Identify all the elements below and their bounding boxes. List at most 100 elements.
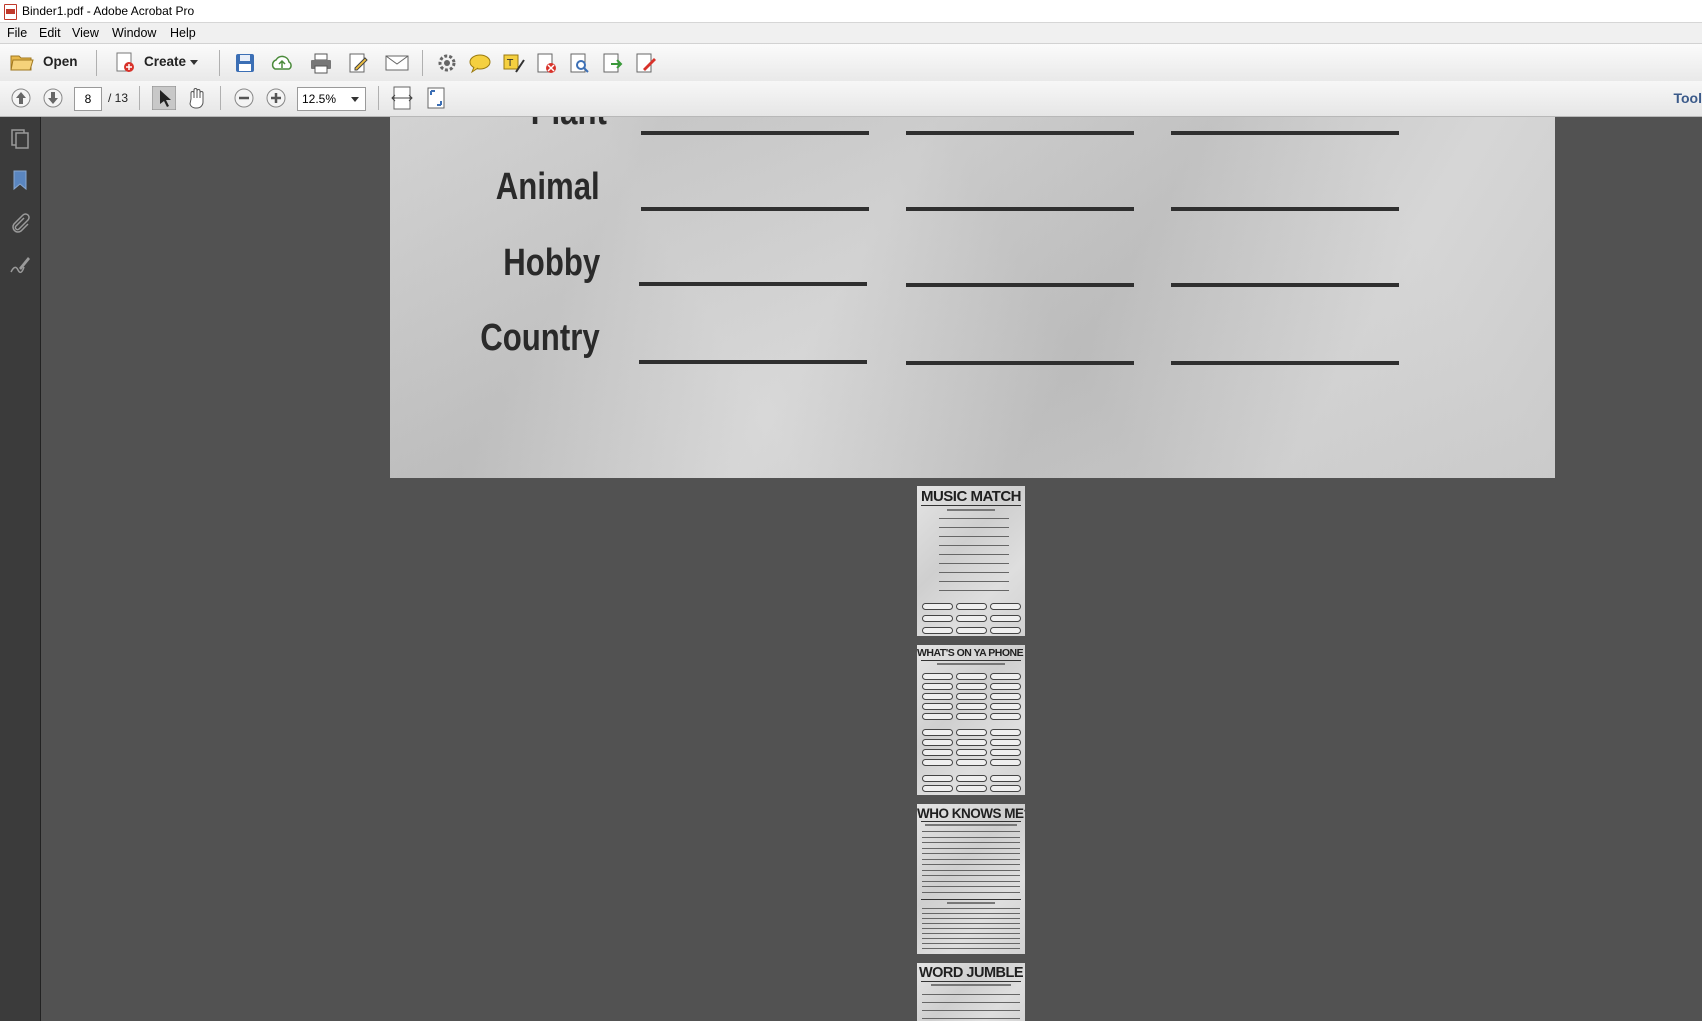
question-line: [922, 918, 1020, 919]
answer-line: [906, 207, 1134, 211]
item-pill: [956, 739, 987, 746]
question-line: [922, 938, 1020, 939]
question-line: [922, 1018, 1020, 1019]
row-label-country: Country: [480, 317, 600, 359]
separator: [378, 86, 379, 110]
item-pill: [990, 693, 1021, 700]
svg-text:T: T: [506, 58, 514, 69]
item-pill: [956, 683, 987, 690]
separator: [96, 50, 97, 76]
page-thumbnails-icon[interactable]: [9, 127, 31, 149]
item-pill: [956, 749, 987, 756]
create-pdf-icon: [116, 52, 134, 72]
comment-icon[interactable]: [468, 52, 492, 74]
separator: [422, 50, 423, 76]
thumbnail-title: WHO KNOWS ME?: [917, 806, 1025, 821]
open-button[interactable]: Open: [8, 49, 88, 75]
question-line: [922, 943, 1020, 944]
question-line: [922, 875, 1020, 876]
rule: [921, 505, 1021, 506]
item-pill: [990, 729, 1021, 736]
page-thumbnail-whats-on-ya-phone[interactable]: WHAT'S ON YA PHONE ?: [917, 645, 1025, 795]
hand-tool-icon[interactable]: [185, 86, 209, 110]
bookmarks-icon[interactable]: [9, 169, 31, 191]
item-pill: [956, 785, 987, 792]
item-pill: [956, 759, 987, 766]
page-thumbnail-music-match[interactable]: MUSIC MATCH: [917, 486, 1025, 636]
item-pill: [990, 703, 1021, 710]
answer-pill: [956, 627, 987, 634]
answer-line: [906, 361, 1134, 365]
question-line: [922, 848, 1020, 849]
fit-page-icon[interactable]: [425, 86, 447, 110]
question-line: [922, 1002, 1020, 1003]
menu-view[interactable]: View: [72, 26, 99, 40]
cloud-upload-icon[interactable]: [270, 52, 294, 74]
document-view[interactable]: Plant Animal Hobby Country MUSIC MATCH: [41, 117, 1702, 1021]
item-pill: [922, 739, 953, 746]
zoom-dropdown-button[interactable]: [345, 87, 366, 111]
highlight-text-icon[interactable]: T: [502, 52, 526, 74]
item-pill: [990, 683, 1021, 690]
text-line: [939, 563, 1009, 564]
gear-icon[interactable]: [436, 52, 458, 74]
item-pill: [990, 713, 1021, 720]
email-icon[interactable]: [385, 53, 409, 73]
menu-help[interactable]: Help: [170, 26, 196, 40]
folder-open-icon: [10, 55, 34, 71]
answer-line: [639, 282, 867, 286]
separator: [220, 86, 221, 110]
zoom-in-icon[interactable]: [265, 87, 287, 109]
answer-line: [641, 131, 869, 135]
answer-pill: [922, 615, 953, 622]
answer-line: [1171, 283, 1399, 287]
answer-line: [906, 283, 1134, 287]
previous-page-icon[interactable]: [10, 87, 32, 109]
item-pill: [922, 683, 953, 690]
menu-window[interactable]: Window: [112, 26, 156, 40]
answer-pill: [922, 627, 953, 634]
create-button[interactable]: Create: [112, 49, 202, 75]
answer-pill: [922, 603, 953, 610]
select-tool-icon[interactable]: [152, 86, 176, 110]
document-search-icon[interactable]: [568, 52, 592, 74]
next-page-icon[interactable]: [42, 87, 64, 109]
title-bar: Binder1.pdf - Adobe Acrobat Pro: [0, 0, 1702, 23]
question-line: [922, 913, 1020, 914]
text-line: [939, 572, 1009, 573]
separator: [139, 86, 140, 110]
menu-file[interactable]: File: [7, 26, 27, 40]
item-pill: [922, 703, 953, 710]
item-pill: [922, 729, 953, 736]
fit-width-icon[interactable]: [391, 86, 413, 110]
zoom-out-icon[interactable]: [233, 87, 255, 109]
page-thumbnail-word-jumble[interactable]: WORD JUMBLE: [917, 963, 1025, 1021]
item-pill: [922, 673, 953, 680]
subtitle-line: [947, 509, 995, 511]
answer-pill: [990, 603, 1021, 610]
redact-icon[interactable]: [535, 52, 559, 74]
zoom-level-input[interactable]: 12.5%: [297, 87, 351, 111]
question-line: [922, 1010, 1020, 1011]
signatures-icon[interactable]: [9, 254, 31, 276]
answer-line: [1171, 361, 1399, 365]
save-icon[interactable]: [234, 52, 256, 74]
row-label-animal: Animal: [496, 166, 600, 208]
edit-document-icon[interactable]: [347, 52, 371, 74]
item-pill: [956, 775, 987, 782]
sign-document-icon[interactable]: [634, 52, 658, 74]
menu-edit[interactable]: Edit: [39, 26, 61, 40]
question-line: [922, 948, 1020, 949]
question-line: [922, 859, 1020, 860]
page-number-input[interactable]: 8: [74, 87, 102, 111]
export-icon[interactable]: [601, 52, 625, 74]
tools-pane-link[interactable]: Tool: [1673, 90, 1702, 106]
attachments-icon[interactable]: [9, 212, 31, 234]
text-line: [939, 536, 1009, 537]
item-pill: [956, 673, 987, 680]
answer-pill: [956, 603, 987, 610]
page-thumbnail-who-knows-me[interactable]: WHO KNOWS ME?: [917, 804, 1025, 954]
question-line: [922, 923, 1020, 924]
question-line: [922, 831, 1020, 832]
print-icon[interactable]: [309, 52, 333, 74]
